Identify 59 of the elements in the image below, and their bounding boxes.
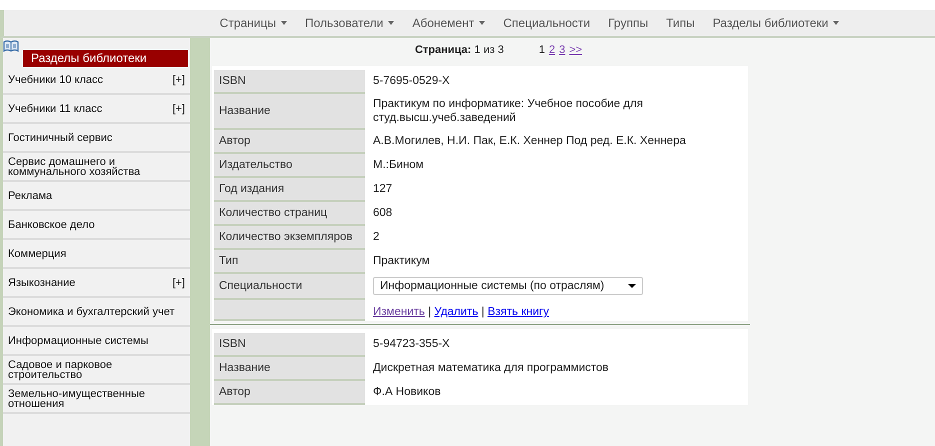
field-label: Количество страниц [219,207,328,219]
action-link[interactable]: Удалить [434,306,478,318]
field-label: Издательство [219,159,292,171]
page-indicator: Страница: 1 из 3 [414,44,504,58]
field-label: ISBN [219,338,246,350]
nav-menu-item[interactable]: Специальности [494,10,600,36]
caret-icon [628,284,636,288]
sidebar-item[interactable]: Земельно-имущественные отношения [8,388,185,408]
sidebar-item[interactable]: Экономика и бухгалтерский учет [8,306,174,316]
field-label: Специальности [219,280,302,292]
field-value: М.:Бином [373,159,424,171]
specialty-dropdown[interactable]: Информационные системы (по отраслям) [373,277,643,295]
page-link[interactable]: 3 [559,44,566,66]
sidebar-item[interactable]: Садовое и парковое строительство [8,360,185,380]
sidebar-item[interactable]: Реклама [8,190,52,200]
field-label: Автор [219,135,250,147]
field-value: Ф.А Новиков [373,386,441,398]
nav-menu-item[interactable]: Абонемент [403,10,494,36]
expand-toggle[interactable]: [+] [172,104,185,114]
sidebar-item-label: Языкознание [8,278,76,288]
field-value: 2 [373,231,380,243]
page-link[interactable]: 2 [548,44,556,66]
field-value: Практикум по информатике: Учебное пособие для студ.высш.учеб.заведений [373,98,643,124]
nav-menu-item[interactable]: Разделы библиотеки [704,10,848,36]
field-label: Тип [219,255,238,267]
field-value: 608 [373,207,392,219]
expand-toggle[interactable]: [+] [172,74,185,84]
nav-menu-item[interactable]: Типы [657,10,704,36]
nav-menu-item[interactable]: Страницы [210,10,296,36]
sidebar-item[interactable]: Сервис домашнего и коммунального хозяйства [8,156,185,176]
field-label: Название [219,362,270,374]
nav-menu-item[interactable]: Пользователи [296,10,404,36]
action-link[interactable]: Изменить [373,306,425,318]
current-page: 1 [538,44,545,58]
field-label: Год издания [219,183,284,195]
nav-menu-item[interactable]: Группы [599,10,658,36]
field-value: Практикум [373,255,430,267]
action-link[interactable]: Взять книгу [488,306,549,318]
link-separator: | [481,306,484,318]
sidebar-title: Разделы библиотеки [23,50,188,67]
field-value: 5-94723-355-X [373,338,450,350]
sidebar-item[interactable]: Коммерция [8,248,66,258]
sidebar-item-label: Учебники 11 класс [8,104,102,114]
sidebar-item[interactable]: Гостиничный сервис [8,132,112,142]
sidebar-item[interactable]: Банковское дело [8,220,95,230]
expand-toggle[interactable]: [+] [172,278,185,288]
field-label: ISBN [219,75,246,87]
page-link[interactable]: >> [569,44,582,66]
sidebar-item[interactable]: Информационные системы [8,336,148,346]
field-label: Название [219,105,270,117]
link-separator: | [428,306,432,318]
field-value: Дискретная математика для программистов [373,362,609,374]
field-label: Количество экземпляров [219,231,352,243]
field-label: Автор [219,386,250,398]
field-value: А.В.Могилев, Н.И. Пак, Е.К. Хеннер Под ред. Е.К. Хеннера [373,135,686,147]
book-icon [3,40,19,53]
sidebar-item-label: Учебники 10 класс [8,74,104,84]
field-value: 5-7695-0529-X [373,75,450,87]
field-value: 127 [373,183,392,195]
